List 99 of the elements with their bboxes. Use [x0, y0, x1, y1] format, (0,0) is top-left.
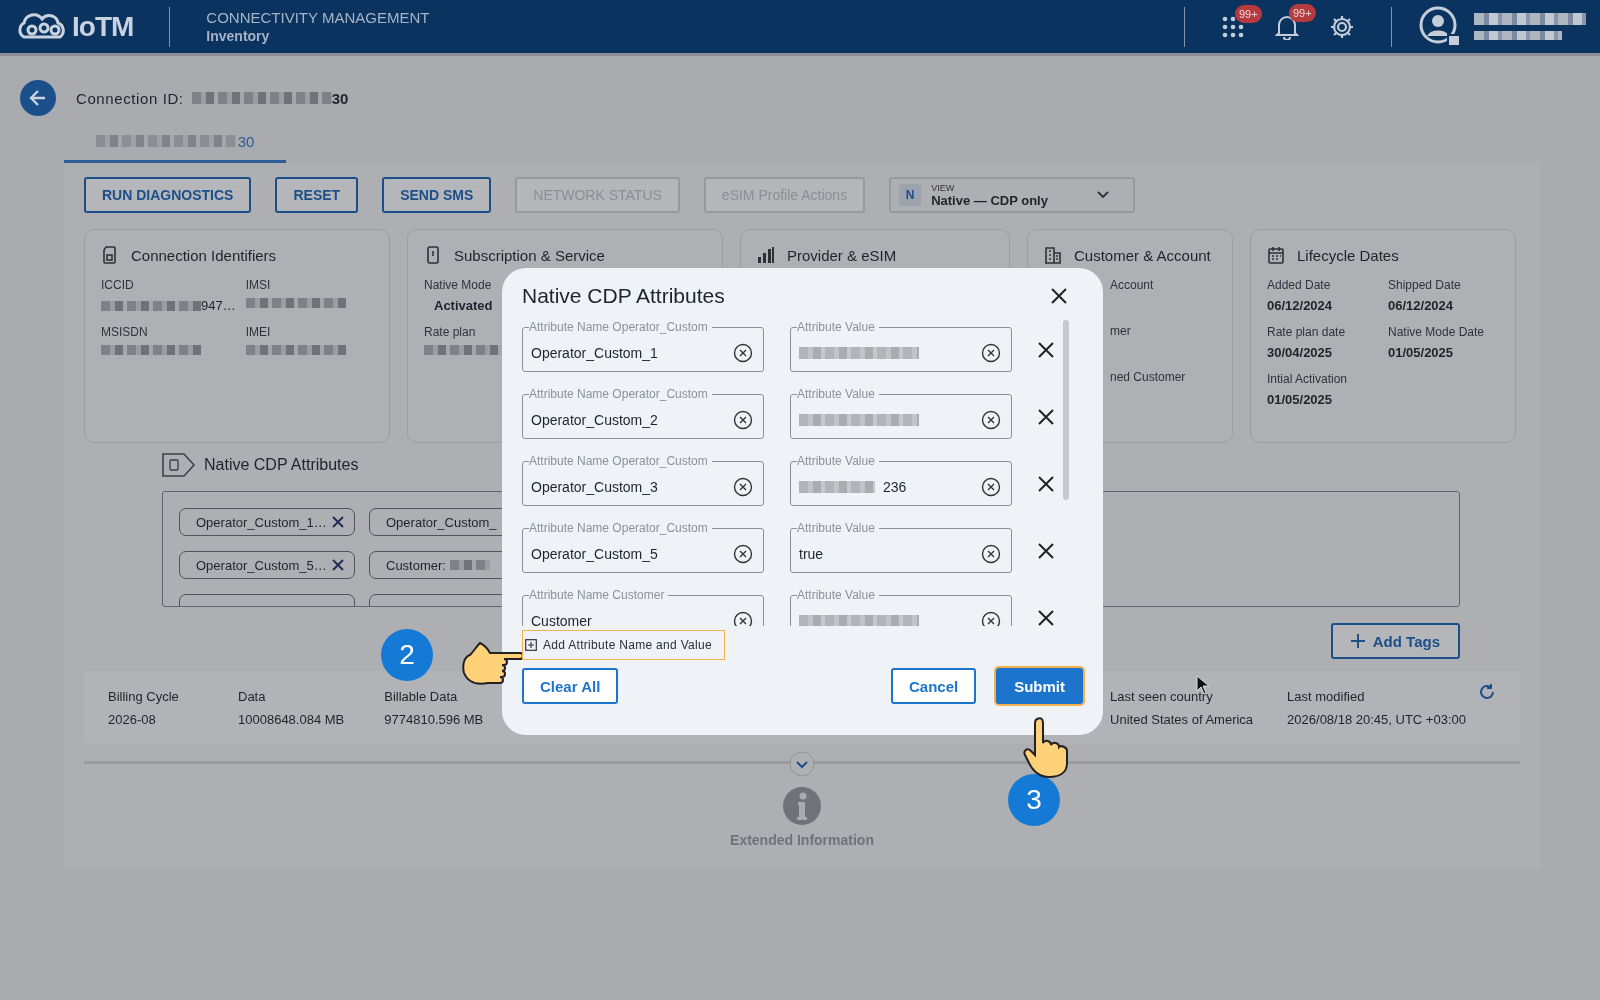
- field-label: ned Customer: [1110, 370, 1186, 384]
- field-value: 06/12/2024: [1388, 298, 1454, 313]
- back-arrow-icon: [28, 88, 48, 108]
- field-label: Added Date: [1267, 278, 1331, 292]
- settings-icon[interactable]: [1329, 13, 1355, 40]
- clear-icon[interactable]: [733, 543, 753, 564]
- connection-id-label: Connection ID:: [76, 89, 184, 107]
- building-icon: [1044, 246, 1062, 264]
- field-label: Native Mode Date: [1388, 325, 1485, 339]
- action-button[interactable]: RESET: [275, 177, 359, 213]
- section-title: Inventory: [206, 28, 271, 44]
- delete-row-icon[interactable]: [1038, 476, 1054, 492]
- pointing-hand-icon: [1023, 717, 1069, 779]
- clear-icon[interactable]: [981, 409, 1001, 430]
- remove-icon[interactable]: [332, 516, 344, 528]
- stat-value: 2026-08: [108, 712, 157, 727]
- clear-icon[interactable]: [733, 342, 753, 363]
- clear-icon[interactable]: [981, 342, 1001, 363]
- refresh-icon[interactable]: [1478, 683, 1496, 701]
- delete-row-icon[interactable]: [1038, 610, 1054, 626]
- stat-label: Billing Cycle: [108, 689, 180, 704]
- blurred-value: [449, 560, 490, 570]
- add-tags-button[interactable]: Add Tags: [1330, 623, 1460, 659]
- chevron-down-icon: [1097, 191, 1110, 199]
- field-label: Native Mode: [424, 278, 492, 292]
- field-value: 01/05/2025: [1388, 345, 1454, 360]
- field-value: Activated: [433, 298, 493, 313]
- stat-value: 2026/08/18 20:45, UTC +03:00: [1287, 712, 1466, 727]
- extended-info-label: Extended Information: [730, 832, 874, 848]
- field-label: IMEI: [245, 325, 271, 339]
- stat-label: Last seen country: [1110, 689, 1214, 704]
- field-label: IMSI: [245, 278, 271, 292]
- back-button[interactable]: [20, 80, 56, 116]
- stat-value: 9774810.596 MB: [384, 712, 484, 727]
- add-attribute-button[interactable]: Add Attribute Name and Value: [522, 630, 725, 660]
- app-title: CONNECTIVITY MANAGEMENT: [206, 9, 430, 26]
- attribute-chip[interactable]: Operator_Custom_5…: [179, 551, 355, 579]
- add-box-icon: [525, 639, 537, 651]
- clear-icon[interactable]: [733, 610, 753, 626]
- field-label: Rate plan date: [1267, 325, 1346, 339]
- field-label: MSISDN: [101, 325, 148, 339]
- clear-icon[interactable]: [981, 476, 1001, 497]
- stat-label: Last modified: [1287, 689, 1366, 704]
- action-button[interactable]: RUN DIAGNOSTICS: [84, 177, 252, 213]
- sim-card-icon: [101, 246, 119, 264]
- expand-chevron-icon[interactable]: [789, 751, 815, 777]
- notification-count: 99+: [1235, 4, 1262, 23]
- info-icon: [782, 784, 822, 828]
- action-button[interactable]: SEND SMS: [382, 177, 492, 213]
- stat-value: 10008648.084 MB: [238, 712, 345, 727]
- clear-icon[interactable]: [981, 543, 1001, 564]
- card-title: Connection Identifiers: [131, 246, 277, 264]
- field-label: Intial Activation: [1267, 372, 1348, 386]
- section-title: Native CDP Attributes: [204, 456, 359, 474]
- signal-bars-icon: [757, 246, 775, 264]
- clear-icon[interactable]: [733, 409, 753, 430]
- connection-id-end: 30: [331, 89, 349, 107]
- field-value: 01/05/2025: [1267, 392, 1333, 407]
- field-value: 06/12/2024: [1267, 298, 1333, 313]
- delete-row-icon[interactable]: [1038, 543, 1054, 559]
- plus-icon: [1350, 634, 1365, 648]
- delete-row-icon[interactable]: [1038, 409, 1054, 425]
- field-label: Rate plan: [424, 325, 476, 339]
- attribute-name-field[interactable]: Attribute Name Operator_Custom Operator_Custom_2: [522, 387, 764, 439]
- logo[interactable]: IoTM: [14, 10, 134, 43]
- attribute-name-field[interactable]: Attribute Name Customer Customer: [522, 588, 764, 626]
- remove-icon[interactable]: [332, 559, 344, 571]
- stat-label: Data: [238, 689, 267, 704]
- card-title: Customer & Account: [1074, 246, 1211, 264]
- field-value: 947…: [201, 298, 236, 313]
- phone-icon: [424, 246, 442, 264]
- dialog-button[interactable]: Clear All: [522, 668, 619, 704]
- submit-button[interactable]: Submit: [996, 668, 1083, 704]
- dialog-button[interactable]: Cancel: [890, 668, 977, 704]
- card-title: Provider & eSIM: [787, 246, 897, 264]
- notification-count: 99+: [1289, 3, 1316, 22]
- attribute-value-field[interactable]: Attribute Value true: [790, 521, 1012, 573]
- attribute-chip[interactable]: Operator_Custom_1…: [179, 508, 355, 536]
- field-label: Shipped Date: [1388, 278, 1461, 292]
- close-icon[interactable]: [1051, 288, 1067, 304]
- clear-icon[interactable]: [733, 476, 753, 497]
- stat-label: Billable Data: [384, 689, 459, 704]
- card-title: Subscription & Service: [454, 246, 605, 264]
- delete-row-icon[interactable]: [1038, 342, 1054, 358]
- attribute-name-field[interactable]: Attribute Name Operator_Custom Operator_Custom_1: [522, 320, 764, 372]
- stat-value: United States of America: [1110, 712, 1254, 727]
- field-label: ICCID: [101, 278, 134, 292]
- tag-icon: [162, 453, 196, 477]
- clear-icon[interactable]: [981, 610, 1001, 626]
- dialog-title: Native CDP Attributes: [522, 284, 725, 308]
- attribute-name-field[interactable]: Attribute Name Operator_Custom Operator_Custom_3: [522, 454, 764, 506]
- field-value: 30/04/2025: [1267, 345, 1333, 360]
- view-select[interactable]: N VIEW Native — CDP only: [889, 177, 1136, 213]
- calendar-icon: [1267, 246, 1285, 264]
- field-label: Account: [1110, 278, 1154, 292]
- card-title: Lifecycle Dates: [1297, 246, 1399, 264]
- attribute-value-field[interactable]: Attribute Value 236: [790, 454, 1012, 506]
- field-label: mer: [1110, 324, 1131, 338]
- attribute-name-field[interactable]: Attribute Name Operator_Custom Operator_Custom_5: [522, 521, 764, 573]
